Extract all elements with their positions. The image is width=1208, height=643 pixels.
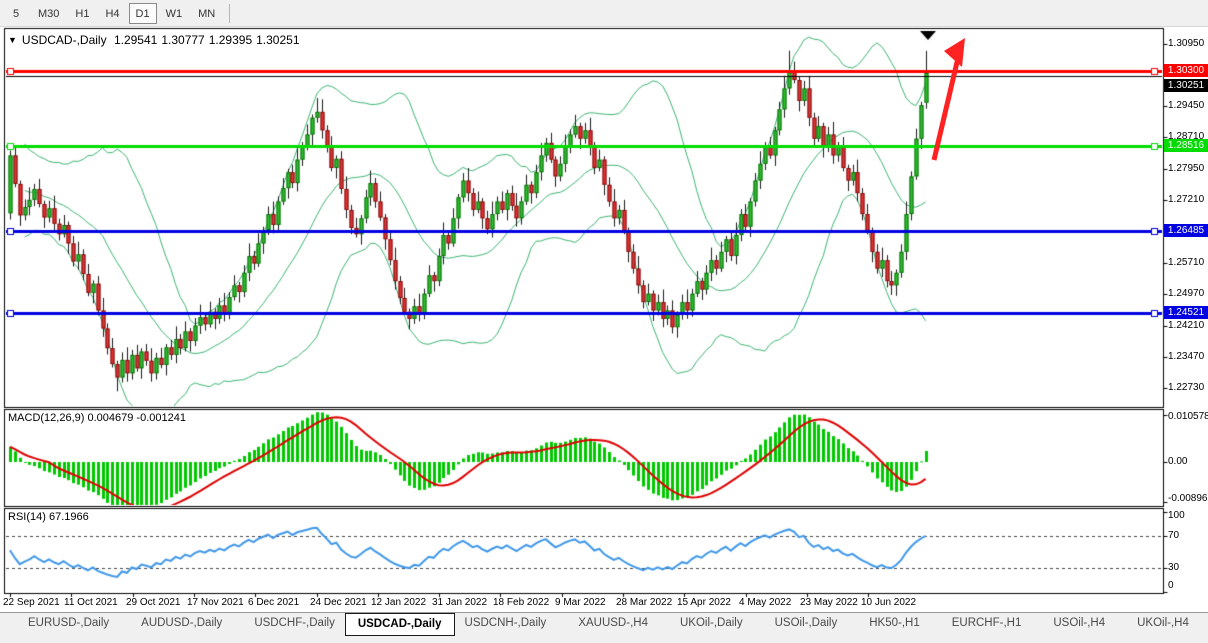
y-axis-tick: 1.22730 bbox=[1168, 382, 1204, 393]
x-axis-date-label: 6 Dec 2021 bbox=[248, 597, 299, 608]
symbol-tab-ukoil-h4[interactable]: UKOil-,H4 bbox=[1127, 613, 1199, 635]
y-axis-tick: 1.30950 bbox=[1168, 38, 1204, 49]
x-axis-date-label: 31 Jan 2022 bbox=[432, 597, 487, 608]
rsi-axis-tick: 100 bbox=[1168, 510, 1185, 521]
x-axis-date-label: 24 Dec 2021 bbox=[310, 597, 367, 608]
x-axis-date-label: 10 Jun 2022 bbox=[861, 597, 916, 608]
x-axis-date-label: 4 May 2022 bbox=[739, 597, 791, 608]
rsi-axis-tick: 0 bbox=[1168, 580, 1174, 591]
x-axis-date-label: 17 Nov 2021 bbox=[187, 597, 244, 608]
chevron-down-icon[interactable]: ▼ bbox=[8, 35, 17, 45]
rsi-axis-tick: 70 bbox=[1168, 530, 1179, 541]
macd-axis-tick: -0.00896 bbox=[1168, 493, 1207, 504]
y-axis-tick: 1.29450 bbox=[1168, 100, 1204, 111]
symbol-tab-audusd-daily[interactable]: AUDUSD-,Daily bbox=[131, 613, 232, 635]
symbol-tab-usdcad-daily[interactable]: USDCAD-,Daily bbox=[345, 613, 455, 636]
x-axis-date-label: 22 Sep 2021 bbox=[3, 597, 60, 608]
x-axis-date-label: 9 Mar 2022 bbox=[555, 597, 606, 608]
price-line-badge[interactable]: 1.24521 bbox=[1164, 306, 1208, 319]
symbol-tab-usdcnh-daily[interactable]: USDCNH-,Daily bbox=[455, 613, 557, 635]
symbol-tab-hk50-h1[interactable]: HK50-,H1 bbox=[859, 613, 930, 635]
price-line-badge[interactable]: 1.26485 bbox=[1164, 224, 1208, 237]
bar-open-value: 1.29541 bbox=[114, 33, 157, 47]
rsi-title: RSI(14) 67.1966 bbox=[8, 511, 89, 523]
x-axis-date-label: 28 Mar 2022 bbox=[616, 597, 672, 608]
y-axis-tick: 1.23470 bbox=[1168, 351, 1204, 362]
y-axis-tick: 1.27210 bbox=[1168, 194, 1204, 205]
x-axis-date-label: 23 May 2022 bbox=[800, 597, 858, 608]
x-axis-date-label: 11 Oct 2021 bbox=[64, 597, 118, 608]
symbol-tab-usoil-h4[interactable]: USOil-,H4 bbox=[1043, 613, 1115, 635]
bar-high-value: 1.30777 bbox=[161, 33, 204, 47]
y-axis-tick: 1.24210 bbox=[1168, 320, 1204, 331]
symbol-tab-usoil-daily[interactable]: USOil-,Daily bbox=[765, 613, 848, 635]
x-axis-date-label: 29 Oct 2021 bbox=[126, 597, 180, 608]
bar-low-value: 1.29395 bbox=[209, 33, 252, 47]
chart-title: ▼ USDCAD-,Daily 1.29541 1.30777 1.29395 1.30… bbox=[8, 33, 304, 47]
macd-title: MACD(12,26,9) 0.004679 -0.001241 bbox=[8, 412, 186, 424]
symbol-tab-xauusd-h4[interactable]: XAUUSD-,H4 bbox=[568, 613, 658, 635]
macd-axis-tick: 0.00 bbox=[1168, 456, 1187, 467]
symbol-tab-eurchf-h1[interactable]: EURCHF-,H1 bbox=[942, 613, 1032, 635]
price-line-badge[interactable]: 1.30300 bbox=[1164, 64, 1208, 77]
trading-terminal: 5M30H1H4D1W1MN ▼USDCAD-,Daily 1.295411.3… bbox=[0, 0, 1208, 643]
y-axis-tick: 1.25710 bbox=[1168, 257, 1204, 268]
y-axis-tick: 1.27950 bbox=[1168, 163, 1204, 174]
x-axis-date-label: 12 Jan 2022 bbox=[371, 597, 426, 608]
symbol-tab-eurusd-daily[interactable]: EURUSD-,Daily bbox=[18, 613, 119, 635]
symbol-tab-ukoil-daily[interactable]: UKOil-,Daily bbox=[670, 613, 753, 635]
chart-symbol-label: USDCAD-,Daily bbox=[22, 33, 107, 47]
symbol-tabbar: EURUSD-,DailyAUDUSD-,DailyUSDCHF-,DailyU… bbox=[0, 612, 1208, 643]
chart-canvas[interactable] bbox=[0, 0, 1208, 643]
x-axis-date-label: 18 Feb 2022 bbox=[493, 597, 549, 608]
price-line-badge[interactable]: 1.30251 bbox=[1164, 79, 1208, 92]
macd-axis-tick: 0.010578 bbox=[1168, 411, 1208, 422]
x-axis-date-label: 15 Apr 2022 bbox=[677, 597, 731, 608]
rsi-axis-tick: 30 bbox=[1168, 562, 1179, 573]
price-line-badge[interactable]: 1.28516 bbox=[1164, 139, 1208, 152]
symbol-tab-usdchf-daily[interactable]: USDCHF-,Daily bbox=[244, 613, 345, 635]
bar-close-value: 1.30251 bbox=[256, 33, 299, 47]
trend-arrow[interactable] bbox=[918, 30, 988, 170]
y-axis-tick: 1.24970 bbox=[1168, 288, 1204, 299]
